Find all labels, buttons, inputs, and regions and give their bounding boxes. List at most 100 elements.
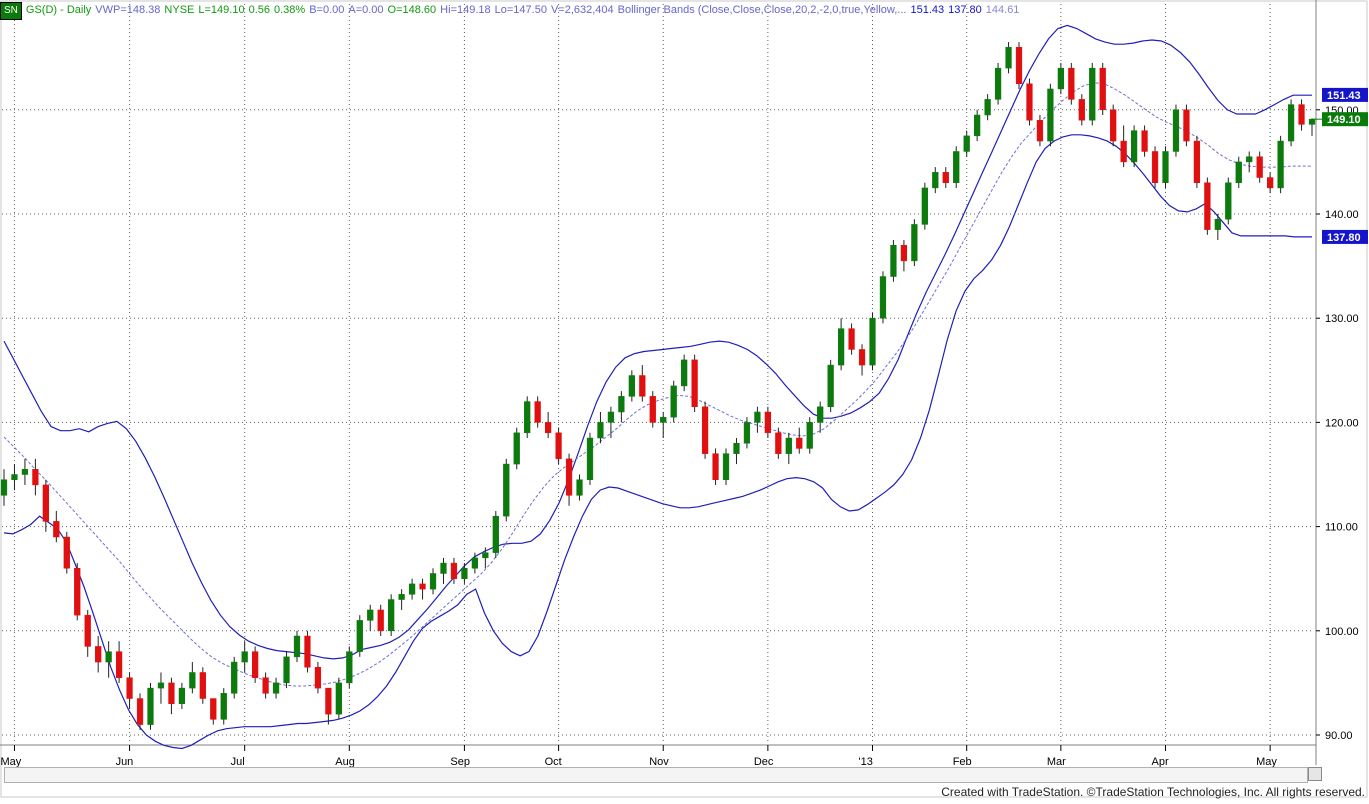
change-pct-value: 0.38%: [274, 4, 306, 16]
candle: [1110, 104, 1117, 147]
candle-body: [1246, 156, 1253, 163]
candle: [796, 427, 803, 454]
chart-root: 90.00 100.00 110.00 120.00 130.00 140.00 150.0…: [0, 0, 1369, 799]
candle-body: [74, 568, 81, 616]
candle: [1277, 135, 1284, 194]
candle: [1151, 146, 1159, 188]
footer-credit: Created with TradeStation. ©TradeStation…: [941, 785, 1365, 799]
candle: [189, 662, 196, 694]
candle-body: [210, 698, 217, 720]
candle: [576, 474, 583, 501]
candle: [921, 182, 928, 230]
candle: [848, 323, 855, 355]
candle-body: [1256, 156, 1263, 178]
candle: [1130, 125, 1138, 168]
candle: [879, 271, 887, 324]
candle: [21, 458, 29, 485]
high-value: Hi=149.18: [440, 4, 491, 16]
candle-body: [21, 469, 29, 475]
candle-body: [408, 583, 416, 595]
candle: [806, 417, 813, 454]
candle: [618, 391, 625, 423]
indicator-lower-value: 137.80: [948, 4, 982, 16]
candle-body: [911, 224, 918, 262]
candle-body: [681, 359, 688, 387]
candle: [503, 458, 510, 522]
candle-body: [1225, 182, 1232, 220]
candle: [942, 167, 949, 188]
lower-band-label: 137.80: [1322, 229, 1368, 244]
candle-body: [63, 536, 70, 569]
candle-body: [262, 677, 269, 694]
upper-band-label-text: 151.43: [1327, 90, 1361, 102]
candle: [252, 646, 259, 683]
candle-body: [586, 437, 594, 480]
candle-body: [440, 562, 447, 574]
candle: [1047, 83, 1054, 147]
candle: [304, 630, 311, 673]
candle-body: [32, 469, 39, 486]
candle-body: [42, 484, 49, 522]
candle: [1120, 125, 1127, 168]
candle: [827, 359, 834, 412]
candle: [837, 318, 845, 371]
candle-body: [147, 687, 154, 725]
candle: [890, 240, 897, 282]
candle-body: [994, 67, 1002, 100]
indicator-upper-value: 151.43: [910, 4, 945, 16]
candle: [722, 448, 730, 485]
candle-body: [1277, 140, 1284, 189]
candle-body: [879, 276, 887, 319]
candle-body: [189, 672, 196, 689]
candle: [1204, 177, 1211, 235]
candle-body: [534, 401, 541, 423]
candle-body: [848, 328, 855, 350]
candle: [0, 469, 8, 506]
y-tick-label: 140.00: [1325, 209, 1359, 221]
candle-body: [1015, 47, 1023, 84]
candle: [231, 656, 238, 699]
candle: [272, 677, 280, 699]
candle-body: [628, 375, 635, 397]
time-scrollbar-thumb[interactable]: [1308, 767, 1322, 781]
candle: [1225, 177, 1232, 225]
candle-body: [1172, 109, 1180, 152]
candle-body: [1287, 104, 1295, 142]
candle-body: [1162, 151, 1169, 183]
time-scrollbar[interactable]: [4, 767, 1308, 783]
candle-body: [1298, 104, 1305, 125]
candle-body: [272, 682, 280, 694]
candle-body: [1183, 109, 1190, 142]
candle: [628, 370, 635, 402]
candle: [869, 312, 876, 371]
candle: [126, 672, 133, 709]
candle: [95, 636, 102, 673]
symbol-tag[interactable]: SN: [0, 2, 22, 20]
candle-body: [283, 656, 290, 684]
lower-band-label-text: 137.80: [1327, 232, 1361, 244]
candle: [984, 94, 991, 121]
candle-body: [1068, 67, 1075, 100]
candle-body: [1057, 67, 1064, 90]
candle-body: [618, 396, 625, 413]
indicator-mid-value: 144.61: [985, 4, 1020, 16]
status-line: SN GS(D) - Daily VWP=148.38 NYSE L=149.10 0.5…: [0, 2, 1023, 20]
candle-body: [367, 609, 374, 621]
candle-body: [482, 552, 489, 559]
candle-body: [346, 651, 353, 684]
y-tick-label: 90.00: [1325, 730, 1353, 742]
candle-body: [827, 364, 834, 408]
candle: [607, 406, 615, 439]
candle: [1078, 94, 1085, 126]
candle-body: [932, 172, 939, 189]
candle-body: [429, 573, 437, 590]
candle: [565, 453, 573, 506]
candle-body: [1267, 177, 1274, 189]
candle: [1183, 104, 1190, 147]
candle-body: [398, 594, 405, 600]
candle: [419, 578, 426, 600]
candle: [147, 682, 154, 730]
candle: [461, 563, 468, 584]
candle: [1068, 62, 1075, 105]
candle-body: [555, 432, 562, 460]
